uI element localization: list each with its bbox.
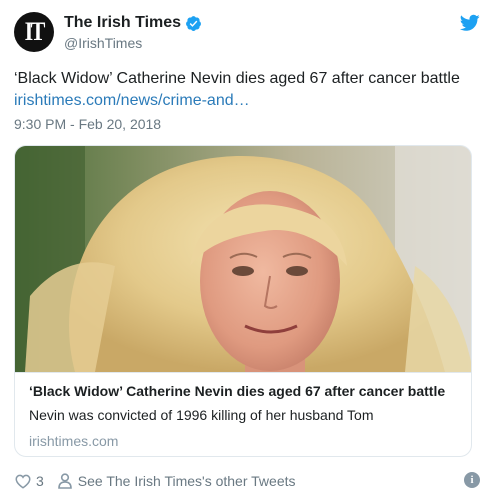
tweet-footer: 3 See The Irish Times's other Tweets i bbox=[14, 470, 480, 492]
avatar-logo-text: IT bbox=[24, 17, 46, 46]
tweet-body: ‘Black Widow’ Catherine Nevin dies aged … bbox=[14, 70, 460, 87]
link-card[interactable]: ‘Black Widow’ Catherine Nevin dies aged … bbox=[14, 145, 472, 457]
tweet-timestamp[interactable]: 9:30 PM - Feb 20, 2018 bbox=[14, 116, 161, 132]
other-tweets-label: See The Irish Times's other Tweets bbox=[77, 473, 296, 489]
card-domain: irishtimes.com bbox=[29, 433, 119, 449]
tweet-header: IT The Irish Times @IrishTimes bbox=[14, 12, 480, 54]
like-count: 3 bbox=[36, 473, 44, 489]
card-description: Nevin was convicted of 1996 killing of h… bbox=[29, 407, 374, 423]
card-title: ‘Black Widow’ Catherine Nevin dies aged … bbox=[29, 383, 446, 399]
author-handle[interactable]: @IrishTimes bbox=[64, 35, 202, 51]
tweet-link[interactable]: irishtimes.com/news/crime-and… bbox=[14, 90, 480, 112]
avatar[interactable]: IT bbox=[14, 12, 54, 52]
twitter-bird-icon[interactable] bbox=[460, 14, 480, 32]
like-button[interactable]: 3 bbox=[14, 473, 44, 489]
author-display-name[interactable]: The Irish Times bbox=[64, 14, 181, 32]
card-body: ‘Black Widow’ Catherine Nevin dies aged … bbox=[15, 372, 471, 451]
card-image[interactable] bbox=[15, 146, 471, 372]
heart-icon bbox=[15, 474, 31, 489]
card-photo bbox=[15, 146, 471, 372]
author-info: The Irish Times @IrishTimes bbox=[64, 14, 202, 51]
person-icon bbox=[57, 473, 72, 489]
info-icon[interactable]: i bbox=[464, 472, 480, 488]
other-tweets-link[interactable]: See The Irish Times's other Tweets bbox=[57, 473, 296, 489]
verified-badge-icon bbox=[186, 15, 202, 31]
tweet-text: ‘Black Widow’ Catherine Nevin dies aged … bbox=[14, 68, 480, 112]
info-glyph: i bbox=[470, 474, 474, 486]
author-name-row: The Irish Times bbox=[64, 14, 202, 32]
